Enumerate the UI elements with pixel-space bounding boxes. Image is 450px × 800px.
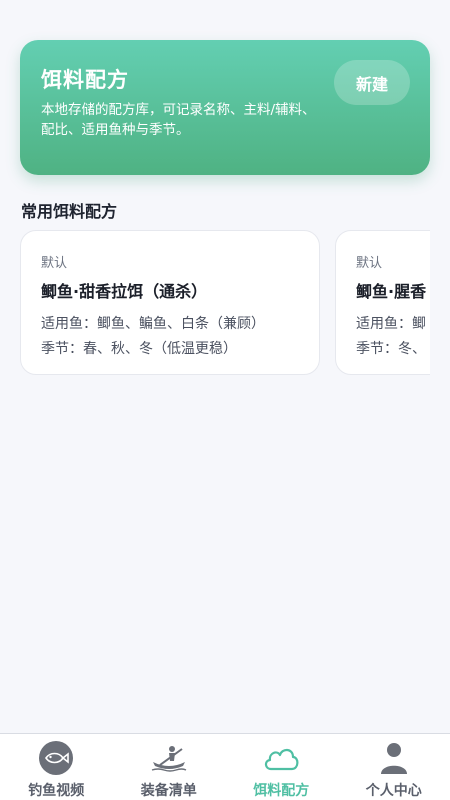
recipe-card[interactable]: 默认 鲫鱼·甜香拉饵（通杀） 适用鱼：鲫鱼、鳊鱼、白条（兼顾） 季节：春、秋、冬… [20, 230, 320, 375]
hero-title: 饵料配方 [41, 68, 129, 92]
bait-recipes-screen: 饵料配方 本地存储的配方库，可记录名称、主料/辅料、配比、适用鱼种与季节。 新建… [0, 0, 450, 800]
tab-label: 个人中心 [365, 783, 422, 799]
tab-fishing-videos[interactable]: 钓鱼视频 [0, 734, 113, 800]
tab-gear-list[interactable]: 装备清单 [113, 734, 226, 800]
recipe-tag: 默认 [356, 256, 383, 271]
tab-label: 装备清单 [140, 783, 197, 799]
hero-description: 本地存储的配方库，可记录名称、主料/辅料、配比、适用鱼种与季节。 [41, 102, 316, 138]
recipe-card[interactable]: 默认 鲫鱼·腥香 适用鱼：鲫 季节：冬、 [335, 230, 430, 375]
recipe-season: 季节：冬、 [356, 341, 426, 357]
kayak-icon [150, 740, 188, 776]
person-icon [375, 740, 413, 776]
recipe-name: 鲫鱼·腥香 [356, 282, 427, 301]
recipe-fish: 适用鱼：鲫鱼、鳊鱼、白条（兼顾） [41, 316, 265, 332]
tab-profile[interactable]: 个人中心 [338, 734, 450, 800]
recipe-name: 鲫鱼·甜香拉饵（通杀） [41, 282, 208, 301]
fish-icon [37, 740, 75, 776]
recipe-fish: 适用鱼：鲫 [356, 316, 426, 332]
bottom-tab-bar: 钓鱼视频 装备清单 饵料配方 个人中心 [0, 733, 450, 800]
recipe-season: 季节：春、秋、冬（低温更稳） [41, 341, 237, 357]
recipe-tag: 默认 [41, 256, 68, 271]
tab-label: 钓鱼视频 [28, 783, 85, 799]
new-recipe-button[interactable]: 新建 [334, 60, 410, 105]
cloud-icon [262, 740, 300, 776]
hero-banner: 饵料配方 本地存储的配方库，可记录名称、主料/辅料、配比、适用鱼种与季节。 新建 [20, 40, 430, 175]
tab-bait-recipes[interactable]: 饵料配方 [225, 734, 338, 800]
tab-label: 饵料配方 [253, 783, 310, 799]
section-title: 常用饵料配方 [21, 202, 118, 221]
recipe-carousel[interactable]: 默认 鲫鱼·甜香拉饵（通杀） 适用鱼：鲫鱼、鳊鱼、白条（兼顾） 季节：春、秋、冬… [20, 230, 430, 380]
